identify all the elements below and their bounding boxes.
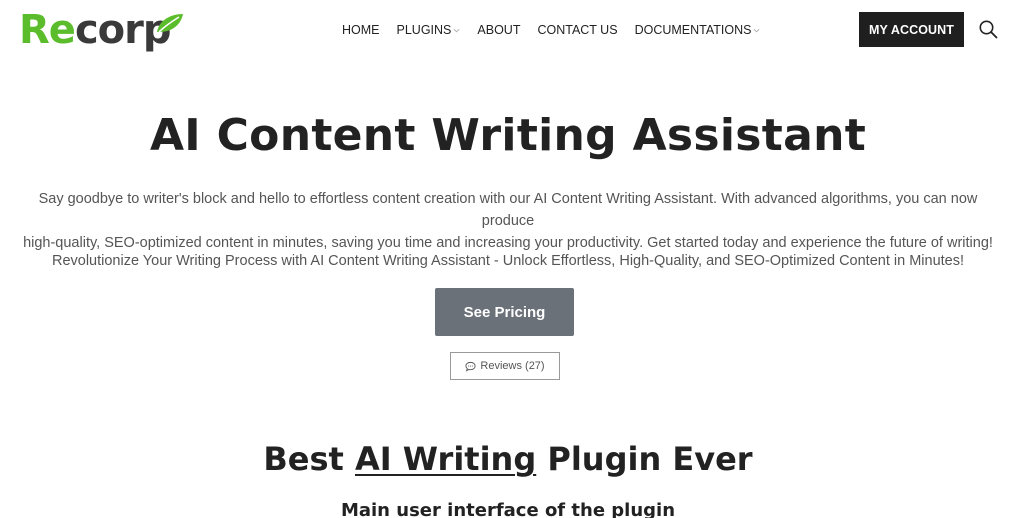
ai-writing-link[interactable]: AI Writing	[355, 440, 536, 478]
section-title-after: Plugin Ever	[536, 440, 753, 478]
nav-item-home[interactable]: HOME	[342, 23, 380, 37]
logo-text: Recorp	[19, 8, 171, 52]
section-title: Best AI Writing Plugin Ever	[0, 440, 1016, 478]
section-title-before: Best	[263, 440, 355, 478]
nav-item-label: HOME	[342, 23, 380, 37]
nav-item-documentations[interactable]: DOCUMENTATIONS	[635, 23, 761, 37]
hero-description-line2: high-quality, SEO-optimized content in m…	[23, 235, 993, 251]
site-header: Recorp HOME PLUGINS ABOUT CONTACT US DOC…	[0, 0, 1016, 60]
hero-description-line1: Say goodbye to writer's block and hello …	[38, 191, 978, 229]
nav-item-label: DOCUMENTATIONS	[634, 23, 752, 37]
chevron-down-icon	[754, 28, 760, 32]
nav-item-about[interactable]: ABOUT	[477, 23, 520, 37]
hero-title: AI Content Writing Assistant	[149, 110, 867, 161]
see-pricing-button[interactable]: See Pricing	[435, 288, 574, 336]
section-subtitle: Main user interface of the plugin	[340, 500, 676, 518]
search-icon[interactable]	[978, 19, 998, 39]
my-account-button[interactable]: MY ACCOUNT	[859, 12, 964, 47]
leaf-icon	[157, 14, 183, 33]
chevron-down-icon	[453, 28, 460, 32]
comment-icon	[465, 361, 476, 372]
hero-description: Say goodbye to writer's block and hello …	[20, 188, 996, 254]
logo-text-part1: Re	[19, 7, 76, 53]
nav-item-label: CONTACT US	[537, 23, 618, 37]
nav-item-label: ABOUT	[477, 23, 521, 37]
main-nav: HOME PLUGINS ABOUT CONTACT US DOCUMENTAT…	[342, 21, 760, 39]
nav-item-contact-us[interactable]: CONTACT US	[537, 23, 617, 37]
nav-item-label: PLUGINS	[396, 23, 452, 37]
hero-subtitle: Revolutionize Your Writing Process with …	[51, 253, 965, 269]
logo[interactable]: Recorp	[19, 8, 183, 54]
reviews-button[interactable]: Reviews (27)	[450, 352, 560, 380]
nav-item-plugins[interactable]: PLUGINS	[397, 23, 461, 37]
reviews-label: Reviews (27)	[480, 360, 545, 372]
